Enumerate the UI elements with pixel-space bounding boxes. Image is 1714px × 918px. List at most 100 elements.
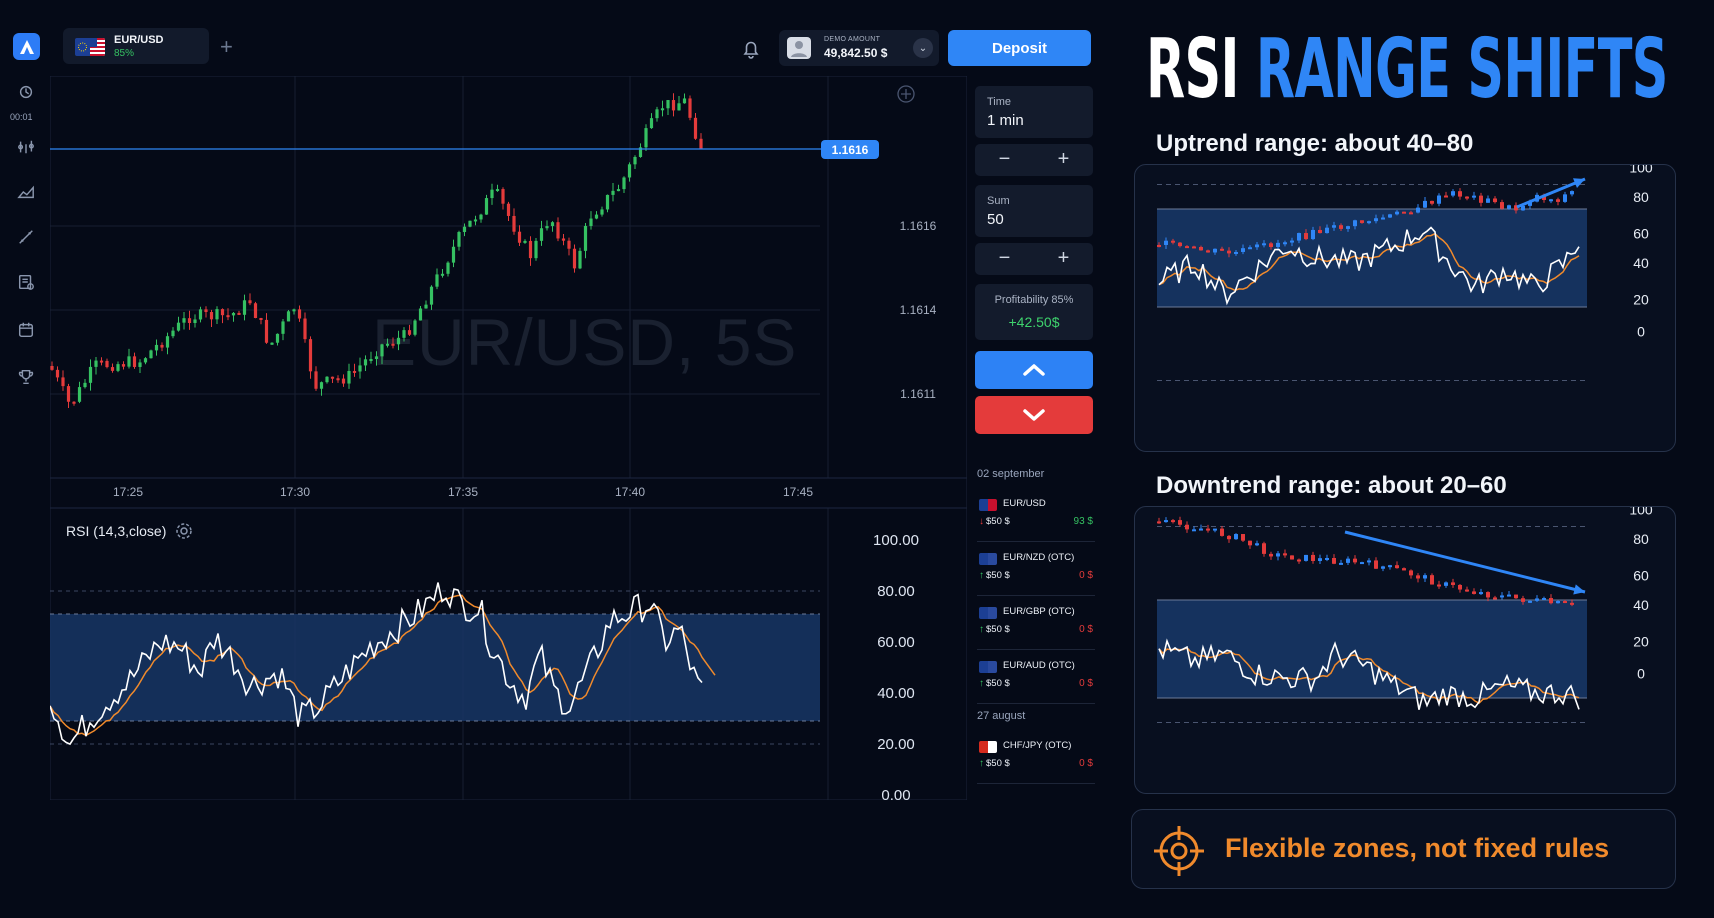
- rsi-tick-label: 80.00: [877, 583, 915, 600]
- mini-candle: [1430, 575, 1434, 585]
- price-candle: [226, 315, 230, 318]
- mini-candle: [1276, 242, 1280, 247]
- calendar-icon[interactable]: [14, 318, 38, 342]
- crosshair-icon[interactable]: [896, 84, 916, 104]
- price-candle: [391, 343, 395, 346]
- price-candle: [314, 371, 318, 389]
- sum-stepper: − +: [975, 243, 1093, 275]
- mini-candle: [1535, 598, 1539, 601]
- history-amount-value: $50 $: [986, 516, 1010, 527]
- history-amount-value: $50 $: [986, 758, 1010, 769]
- drawing-tools-icon[interactable]: [14, 225, 38, 249]
- price-candle: [627, 164, 632, 178]
- mini-candle: [1472, 591, 1476, 594]
- currency-flag-icon: [979, 741, 997, 753]
- history-date: 02 september: [977, 468, 1045, 480]
- sum-field[interactable]: Sum 50: [975, 185, 1093, 237]
- price-candle: [677, 103, 681, 111]
- price-and-rsi-chart[interactable]: 1.1616 1.1614 1.1611 17:25 17:30 17:35 17:40 17…: [50, 76, 967, 800]
- history-item[interactable]: CHF/JPY (OTC) ↑ $50 $ 0 $: [977, 736, 1095, 784]
- mini-candle: [1255, 244, 1259, 248]
- account-balance[interactable]: DEMO AMOUNT 49,842.50 $ ⌄: [779, 30, 939, 66]
- mini-candle: [1416, 207, 1420, 213]
- profitability-value: +42.50$: [1008, 314, 1060, 330]
- trend-arrow: [1344, 530, 1586, 594]
- price-candle: [198, 309, 203, 320]
- mini-candle: [1220, 528, 1224, 536]
- history-item[interactable]: EUR/USD ↓ $50 $ 93 $: [977, 494, 1095, 542]
- price-candle: [231, 312, 236, 316]
- mini-candle: [1206, 250, 1210, 253]
- price-candle: [143, 358, 148, 363]
- mini-candle: [1381, 217, 1385, 220]
- mini-candle: [1283, 553, 1287, 556]
- history-item[interactable]: EUR/AUD (OTC) ↑ $50 $ 0 $: [977, 656, 1095, 704]
- mini-candle: [1423, 200, 1427, 208]
- price-candle: [545, 226, 549, 229]
- time-decrease-button[interactable]: −: [975, 148, 1034, 171]
- rsi-tick-label: 20.00: [877, 736, 915, 753]
- sum-decrease-button[interactable]: −: [975, 247, 1034, 270]
- sell-down-button[interactable]: [975, 396, 1093, 434]
- mini-candle: [1248, 540, 1252, 546]
- currency-flag-icon: [979, 607, 997, 619]
- time-field[interactable]: Time 1 min: [975, 86, 1093, 138]
- mini-candle: [1311, 554, 1315, 561]
- mini-candle: [1297, 559, 1301, 562]
- price-candle: [121, 364, 126, 367]
- mini-candle: [1402, 211, 1406, 214]
- trophy-icon[interactable]: [14, 365, 38, 389]
- mini-candle: [1339, 562, 1343, 565]
- mini-candle: [1199, 528, 1203, 531]
- buy-up-button[interactable]: [975, 351, 1093, 389]
- mini-candle: [1311, 229, 1315, 240]
- price-candle: [468, 220, 472, 227]
- rsi-tick-label: 0.00: [881, 787, 910, 800]
- mini-candle: [1570, 602, 1574, 605]
- mini-candle: [1290, 240, 1294, 243]
- mini-candle: [1178, 520, 1182, 525]
- price-candle: [490, 189, 494, 199]
- chevron-down-icon[interactable]: ⌄: [913, 38, 933, 58]
- rsi-scale-label: 40: [1633, 597, 1649, 613]
- app-logo-icon[interactable]: [13, 33, 40, 60]
- rsi-indicator-label[interactable]: RSI (14,3,close): [66, 516, 194, 546]
- asset-tab-eurusd[interactable]: EUR/USD 85%: [63, 28, 209, 64]
- mini-candle: [1493, 198, 1497, 203]
- history-result: 0 $: [1079, 678, 1093, 689]
- trades-history-icon[interactable]: [14, 270, 38, 294]
- history-item[interactable]: EUR/NZD (OTC) ↑ $50 $ 0 $: [977, 548, 1095, 596]
- deposit-button[interactable]: Deposit: [948, 30, 1091, 66]
- rsi-tick-label: 100.00: [873, 532, 919, 549]
- time-tick-label: 17:45: [783, 485, 813, 499]
- time-tick-label: 17:25: [113, 485, 143, 499]
- price-candle: [110, 367, 115, 371]
- indicators-icon[interactable]: [14, 135, 38, 159]
- price-candle: [567, 240, 571, 249]
- chevron-down-icon: [1023, 409, 1045, 421]
- notification-bell-icon[interactable]: [740, 38, 762, 60]
- mini-candle: [1164, 240, 1168, 245]
- chart-type-icon[interactable]: [14, 180, 38, 204]
- add-asset-button[interactable]: +: [220, 34, 233, 60]
- sum-increase-button[interactable]: +: [1034, 247, 1093, 270]
- rsi-tick-label: 60.00: [877, 634, 915, 651]
- mini-candle: [1227, 535, 1231, 540]
- price-candle: [259, 318, 263, 321]
- price-candle: [61, 377, 65, 387]
- time-tick-label: 17:40: [615, 485, 645, 499]
- mini-candle: [1192, 246, 1196, 249]
- time-label: Time: [987, 96, 1012, 108]
- downtrend-heading: Downtrend range: about 20–60: [1156, 472, 1507, 499]
- history-item[interactable]: EUR/GBP (OTC) ↑ $50 $ 0 $: [977, 602, 1095, 650]
- clock-gear-icon[interactable]: [14, 80, 38, 104]
- mini-candle: [1304, 554, 1308, 561]
- settings-gear-icon[interactable]: [174, 521, 194, 541]
- mini-candle: [1262, 243, 1266, 246]
- price-candle: [127, 356, 131, 367]
- price-candle: [154, 344, 159, 351]
- time-increase-button[interactable]: +: [1034, 148, 1093, 171]
- mini-candle: [1486, 198, 1490, 203]
- price-candle: [341, 378, 346, 384]
- rsi-range-band: [50, 613, 820, 722]
